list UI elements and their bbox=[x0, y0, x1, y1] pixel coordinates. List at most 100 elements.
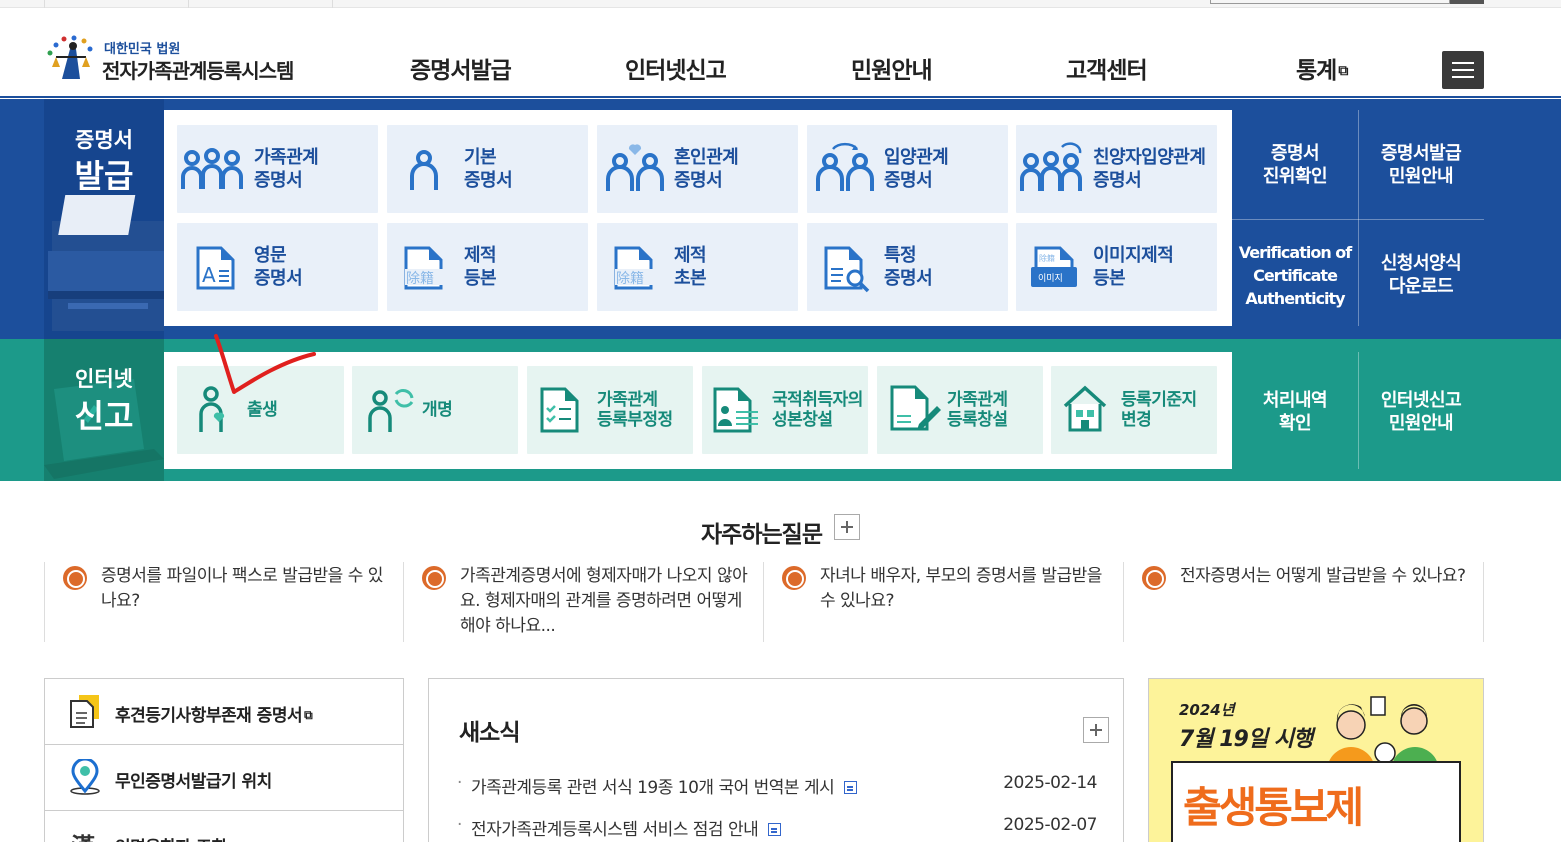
link-kiosk-location[interactable]: 무인증명서발급기 위치 bbox=[45, 745, 403, 811]
cert-label-1: 특정 bbox=[884, 245, 917, 266]
news-more-button[interactable] bbox=[1083, 717, 1109, 743]
cert-label-1: 제적 bbox=[464, 245, 497, 266]
nav-certificate[interactable]: 증명서발급 bbox=[410, 51, 512, 85]
site-logo[interactable]: 대한민국 법원 전자가족관계등록시스템 bbox=[44, 35, 314, 85]
cert-basic[interactable]: 기본 증명서 bbox=[387, 125, 588, 213]
question-icon bbox=[1142, 566, 1166, 590]
cert-label-2: 증명서 bbox=[1093, 170, 1142, 191]
report-base-address-change[interactable]: 등록기준지 변경 bbox=[1051, 366, 1217, 454]
nav-statistics[interactable]: 통계 ⧉ bbox=[1296, 51, 1348, 85]
quick-label-1: 증명서 bbox=[1270, 143, 1320, 164]
link-name-hanja[interactable]: 漢 인명용한자 조회 bbox=[45, 811, 403, 842]
document-pen-icon bbox=[890, 385, 941, 431]
bullet: · bbox=[457, 773, 462, 793]
report-label-2: 등록창설 bbox=[947, 410, 1008, 430]
nav-statistics-label: 통계 bbox=[1296, 58, 1337, 84]
faq-item[interactable]: 가족관계증명서에 형제자매가 나오지 않아요. 형제자매의 관계를 증명하려면 … bbox=[404, 562, 764, 642]
cert-label-2: 증명서 bbox=[884, 170, 933, 191]
cert-image-removed-register[interactable]: 除籍 이미지 이미지제적 등본 bbox=[1016, 223, 1217, 311]
search-button[interactable] bbox=[1450, 0, 1484, 4]
news-item[interactable]: · 가족관계등록 관련 서식 19종 10개 국어 번역본 게시 2025-02… bbox=[457, 773, 1097, 799]
report-label-1: 국적취득자의 bbox=[772, 390, 863, 410]
report-name-change[interactable]: 개명 bbox=[352, 366, 518, 454]
banner-year: 2024년 bbox=[1179, 701, 1235, 719]
svg-text:除籍: 除籍 bbox=[406, 270, 434, 287]
link-guardianship-certificate[interactable]: 후견등기사항부존재 증명서 ⧉ bbox=[45, 679, 403, 745]
cert-full-adoption[interactable]: 친양자입양관계 증명서 bbox=[1016, 125, 1217, 213]
faq-item[interactable]: 자녀나 배우자, 부모의 증명서를 발급받을 수 있나요? bbox=[764, 562, 1124, 642]
document-a-icon: A bbox=[196, 246, 235, 290]
document-search-icon bbox=[824, 246, 870, 293]
cert-adoption[interactable]: 입양관계 증명서 bbox=[807, 125, 1008, 213]
utility-divider bbox=[188, 0, 189, 8]
pregnant-person-icon bbox=[199, 386, 225, 432]
cert-removed-register-abstract[interactable]: 除籍 제적 초본 bbox=[597, 223, 798, 311]
quick-verification-english[interactable]: Verification of Certificate Authenticity bbox=[1232, 241, 1358, 310]
birth-notification-banner[interactable]: 2024년 7월 19일 시행 출생통보제 bbox=[1148, 678, 1484, 842]
cert-label-2: 등본 bbox=[464, 268, 497, 289]
nav-civil-guide[interactable]: 민원안내 bbox=[851, 51, 933, 85]
report-side-title: 인터넷 신고 bbox=[44, 339, 164, 481]
quick-label-2: 민원안내 bbox=[1388, 413, 1454, 434]
quick-certificate-guide[interactable]: 증명서발급 민원안내 bbox=[1358, 142, 1484, 188]
svg-text:이미지: 이미지 bbox=[1038, 273, 1063, 284]
cert-family-relation[interactable]: 가족관계 증명서 bbox=[177, 125, 378, 213]
cert-label-2: 등본 bbox=[1093, 268, 1126, 289]
faq-text: 전자증명서는 어떻게 발급받을 수 있나요? bbox=[1180, 566, 1466, 586]
couple-heart-icon bbox=[606, 144, 664, 191]
bullet: · bbox=[457, 815, 462, 835]
cert-label-1: 친양자입양관계 bbox=[1093, 147, 1206, 168]
report-birth[interactable]: 출생 bbox=[177, 366, 344, 454]
adoption-icon bbox=[816, 142, 874, 191]
attachment-icon bbox=[844, 781, 858, 794]
quick-verify-certificate[interactable]: 증명서 진위확인 bbox=[1232, 142, 1358, 188]
news-item[interactable]: · 전자가족관계등록시스템 서비스 점검 안내 2025-02-07 bbox=[457, 815, 1097, 841]
report-label-2: 성본창설 bbox=[772, 410, 833, 430]
printer-icon bbox=[48, 195, 164, 331]
family-adoption-icon bbox=[1020, 142, 1082, 191]
utility-bar bbox=[0, 0, 1561, 8]
quick-label-1: 처리내역 bbox=[1262, 390, 1328, 411]
report-register-correction[interactable]: 가족관계 등록부정정 bbox=[527, 366, 693, 454]
certificate-side-small: 증명서 bbox=[75, 128, 133, 152]
quick-label-1: 증명서발급 bbox=[1380, 143, 1462, 164]
cert-specific[interactable]: 특정 증명서 bbox=[807, 223, 1008, 311]
cert-label-1: 이미지제적 bbox=[1093, 245, 1174, 266]
faq-text: 자녀나 배우자, 부모의 증명서를 발급받을 수 있나요? bbox=[820, 566, 1102, 611]
cert-english[interactable]: A 영문 증명서 bbox=[177, 223, 378, 311]
removed-register-icon: 除籍 bbox=[404, 246, 455, 290]
link-label: 후견등기사항부존재 증명서 bbox=[115, 706, 303, 726]
cert-marriage[interactable]: 혼인관계 증명서 bbox=[597, 125, 798, 213]
report-side-large: 신고 bbox=[74, 397, 134, 435]
quick-label-1: 신청서양식 bbox=[1380, 253, 1462, 274]
quick-label-2: 다운로드 bbox=[1388, 276, 1454, 297]
faq-item[interactable]: 증명서를 파일이나 팩스로 발급받을 수 있나요? bbox=[44, 562, 404, 642]
person-refresh-icon bbox=[368, 389, 414, 432]
quick-label-2: 확인 bbox=[1278, 413, 1312, 434]
quick-links-box: 후견등기사항부존재 증명서⧉ 무인증명서발급기 위치 漢 인명용한자 조회 bbox=[44, 678, 404, 842]
family-icon bbox=[181, 148, 243, 189]
faq-item[interactable]: 전자증명서는 어떻게 발급받을 수 있나요? bbox=[1124, 562, 1484, 642]
cert-removed-register-copy[interactable]: 除籍 제적 등본 bbox=[387, 223, 588, 311]
external-link-icon: ⧉ bbox=[1338, 63, 1348, 79]
utility-divider bbox=[44, 0, 45, 8]
utility-divider bbox=[332, 0, 333, 8]
report-naturalized-surname[interactable]: 국적취득자의 성본창설 bbox=[702, 366, 868, 454]
nav-customer-center[interactable]: 고객센터 bbox=[1066, 51, 1148, 85]
news-item-title: 가족관계등록 관련 서식 19종 10개 국어 번역본 게시 bbox=[471, 778, 835, 798]
attachment-icon bbox=[768, 823, 782, 836]
cert-label-1: 혼인관계 bbox=[674, 147, 739, 168]
hamburger-menu-button[interactable] bbox=[1442, 51, 1484, 89]
faq-more-button[interactable] bbox=[833, 514, 860, 540]
search-input[interactable] bbox=[1210, 0, 1450, 4]
nav-internet-report[interactable]: 인터넷신고 bbox=[625, 51, 727, 85]
location-pin-icon bbox=[70, 759, 100, 795]
logo-title: 전자가족관계등록시스템 bbox=[102, 59, 294, 83]
news-box: 새소식 · 가족관계등록 관련 서식 19종 10개 국어 번역본 게시 202… bbox=[428, 678, 1124, 842]
quick-label-1: 인터넷신고 bbox=[1380, 390, 1462, 411]
quick-form-download[interactable]: 신청서양식 다운로드 bbox=[1358, 252, 1484, 298]
quick-report-guide[interactable]: 인터넷신고 민원안내 bbox=[1358, 389, 1484, 435]
quick-process-history[interactable]: 처리내역 확인 bbox=[1232, 389, 1358, 435]
report-register-creation[interactable]: 가족관계 등록창설 bbox=[877, 366, 1043, 454]
checklist-icon bbox=[540, 387, 579, 433]
